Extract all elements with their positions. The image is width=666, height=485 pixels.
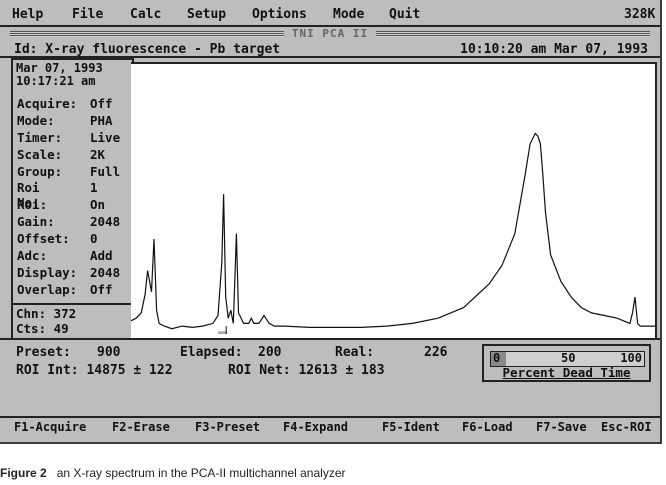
- spectrum-plot[interactable]: [130, 62, 657, 340]
- preset-label: Preset:: [16, 345, 71, 360]
- menu-bar: Help File Calc Setup Options Mode Quit 3…: [0, 4, 660, 26]
- app-title-bar: TNI PCA II: [0, 27, 660, 40]
- caption-label: Figure 2: [0, 466, 47, 480]
- roi-region: [217, 331, 227, 334]
- fkey-save[interactable]: F7-Save: [536, 420, 587, 434]
- fkey-acquire[interactable]: F1-Acquire: [14, 420, 86, 434]
- spectrum-chart[interactable]: [130, 64, 655, 338]
- fkey-separator: [0, 416, 660, 418]
- cursor-counts: Cts: 49: [16, 321, 69, 336]
- dead-time-tick-0: 0: [493, 351, 501, 365]
- cursor-separator: [13, 303, 132, 305]
- fkey-esc-roi[interactable]: Esc-ROI: [601, 420, 652, 434]
- status-time: 10:17:21 am: [16, 74, 96, 88]
- figure-caption: Figure 2 an X-ray spectrum in the PCA-II…: [0, 466, 346, 480]
- spectrum-series: [130, 132, 655, 330]
- elapsed-label: Elapsed:: [180, 345, 243, 360]
- dead-time-meter: 0 50 100 Percent Dead Time: [482, 344, 651, 382]
- fkey-load[interactable]: F6-Load: [462, 420, 513, 434]
- status-panel: Mar 07, 1993 10:17:21 am Acquire: Off Mod…: [11, 58, 134, 340]
- plot-separator: [0, 338, 660, 340]
- clock: 10:10:20 am Mar 07, 1993: [460, 42, 648, 57]
- caption-text: an X-ray spectrum in the PCA-II multicha…: [56, 466, 346, 480]
- function-key-bar: F1-Acquire F2-Erase F3-Preset F4-Expand …: [0, 420, 660, 436]
- memory-readout: 328K: [624, 7, 656, 22]
- elapsed-value: 200: [258, 345, 282, 360]
- preset-value: 900: [97, 345, 121, 360]
- cursor-channel: Chn: 372: [16, 306, 77, 321]
- menu-file[interactable]: File: [72, 7, 103, 22]
- fkey-expand[interactable]: F4-Expand: [283, 420, 348, 434]
- menu-calc[interactable]: Calc: [130, 7, 161, 22]
- menu-help[interactable]: Help: [12, 7, 43, 22]
- roi-net: ROI Net: 12613 ± 183: [228, 363, 385, 378]
- fkey-preset[interactable]: F3-Preset: [195, 420, 260, 434]
- spectrum-id: Id: X-ray fluorescence - Pb target: [14, 42, 281, 57]
- dead-time-tick-50: 50: [561, 351, 576, 365]
- app-title: TNI PCA II: [283, 27, 377, 40]
- menu-quit[interactable]: Quit: [389, 7, 420, 22]
- fkey-erase[interactable]: F2-Erase: [112, 420, 170, 434]
- menu-mode[interactable]: Mode: [333, 7, 364, 22]
- menu-setup[interactable]: Setup: [187, 7, 226, 22]
- real-value: 226: [424, 345, 448, 360]
- dead-time-tick-100: 100: [620, 351, 642, 365]
- pca-screen: Help File Calc Setup Options Mode Quit 3…: [0, 0, 662, 444]
- roi-integral: ROI Int: 14875 ± 122: [16, 363, 173, 378]
- menu-options[interactable]: Options: [252, 7, 307, 22]
- fkey-ident[interactable]: F5-Ident: [382, 420, 440, 434]
- real-label: Real:: [335, 345, 375, 360]
- dead-time-label: Percent Dead Time: [502, 365, 631, 380]
- status-date: Mar 07, 1993: [16, 61, 103, 75]
